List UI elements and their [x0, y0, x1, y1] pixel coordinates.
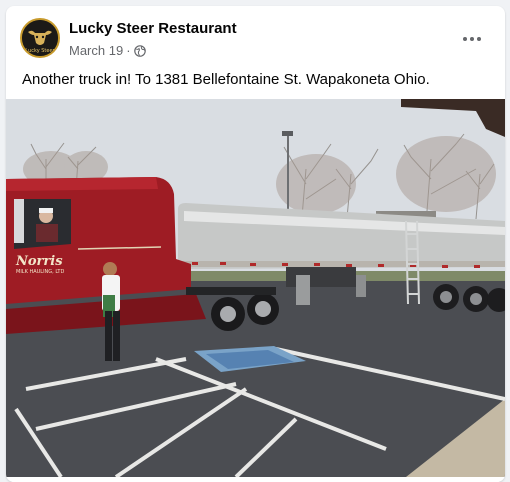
more-options-button[interactable]: [455, 22, 489, 56]
post-date-link[interactable]: March 19: [69, 43, 123, 58]
steer-logo-icon: Lucky Steer: [22, 20, 58, 56]
page-name-link[interactable]: Lucky Steer Restaurant: [69, 20, 237, 37]
more-dot: [477, 37, 481, 41]
post-header: Lucky Steer Lucky Steer Restaurant March…: [6, 6, 505, 68]
page-avatar[interactable]: Lucky Steer: [20, 18, 60, 58]
more-dot: [470, 37, 474, 41]
post-text: Another truck in! To 1381 Bellefontaine …: [22, 71, 430, 88]
cab-lettering-name: Norris: [15, 254, 63, 269]
post-footer-divider: [6, 477, 505, 482]
avatar-logo-text: Lucky Steer: [25, 48, 55, 54]
post-meta: March 19 ·: [69, 43, 146, 58]
globe-icon: [133, 44, 146, 57]
post-photo[interactable]: Norris MILK HAULING, LTD: [6, 99, 505, 477]
more-dot: [463, 37, 467, 41]
post-card: Lucky Steer Lucky Steer Restaurant March…: [6, 6, 505, 482]
meta-separator: ·: [126, 43, 131, 58]
cab-lettering-tagline: MILK HAULING, LTD: [16, 269, 64, 275]
